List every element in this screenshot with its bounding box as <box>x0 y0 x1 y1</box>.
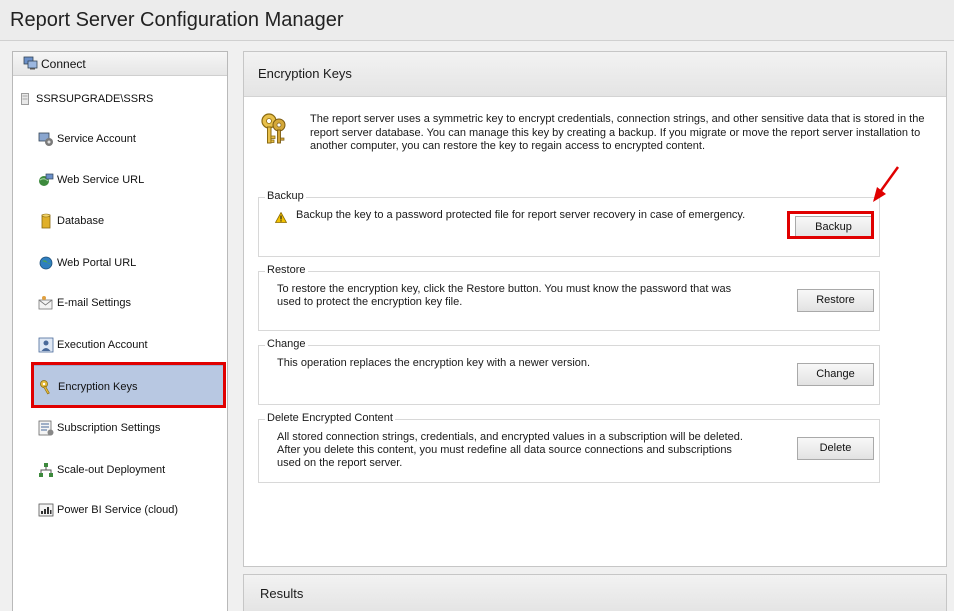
keys-icon <box>261 113 286 144</box>
panel-header: Encryption Keys <box>244 52 946 97</box>
subscription-icon <box>38 420 54 436</box>
nav-label: Power BI Service (cloud) <box>57 504 179 516</box>
main-panel: Encryption Keys The report server uses a… <box>243 51 947 567</box>
sidebar: Connect SSRSUPGRADE\SSRS Service Account… <box>12 51 228 611</box>
backup-description: Backup the key to a password protected f… <box>296 209 746 221</box>
page-title: Encryption Keys <box>258 66 352 81</box>
nav-item-service-account[interactable]: Service Account <box>35 129 225 149</box>
change-group-title: Change <box>265 338 308 350</box>
nav-item-web-service-url[interactable]: Web Service URL <box>35 170 225 190</box>
restore-group: Restore To restore the encryption key, c… <box>258 264 880 331</box>
delete-group-title: Delete Encrypted Content <box>265 412 395 424</box>
web-service-url-icon <box>39 173 54 186</box>
results-title: Results <box>260 586 304 601</box>
nav-item-email-settings[interactable]: E-mail Settings <box>35 293 225 313</box>
nav-label: Execution Account <box>57 339 148 351</box>
change-description: This operation replaces the encryption k… <box>277 357 591 369</box>
nav-item-execution-account[interactable]: Execution Account <box>35 335 225 355</box>
nav-item-subscription-settings[interactable]: Subscription Settings <box>35 418 225 438</box>
nav-label: Scale-out Deployment <box>57 464 166 476</box>
window-title: Report Server Configuration Manager <box>10 9 344 31</box>
nav-item-web-portal-url[interactable]: Web Portal URL <box>35 253 225 273</box>
backup-group-title: Backup <box>265 190 306 202</box>
delete-button[interactable]: Delete <box>797 437 874 460</box>
nav-label: Service Account <box>57 133 136 145</box>
restore-button[interactable]: Restore <box>797 289 874 312</box>
nav-label: Database <box>57 215 105 227</box>
nav-label: Web Service URL <box>57 174 145 186</box>
globe-icon <box>39 256 53 270</box>
nav-item-scale-out-deployment[interactable]: Scale-out Deployment <box>35 460 225 480</box>
restore-description: To restore the encryption key, click the… <box>277 283 732 308</box>
connect-button[interactable]: Connect <box>13 52 227 76</box>
restore-group-title: Restore <box>265 264 308 276</box>
service-account-icon <box>38 132 53 146</box>
change-button[interactable]: Change <box>797 363 874 386</box>
delete-encrypted-content-group: Delete Encrypted Content All stored conn… <box>258 412 880 483</box>
delete-description: All stored connection strings, credentia… <box>277 431 743 469</box>
email-icon <box>38 296 53 310</box>
key-icon <box>40 380 50 395</box>
connect-label: Connect <box>41 57 86 71</box>
execution-account-icon <box>38 337 54 353</box>
server-name: SSRSUPGRADE\SSRS <box>36 93 154 105</box>
warning-icon <box>275 212 287 223</box>
nav-label: Subscription Settings <box>57 422 161 434</box>
results-header: Results <box>244 575 946 611</box>
intro-description: The report server uses a symmetric key t… <box>310 113 925 152</box>
results-panel: Results <box>243 574 947 611</box>
scale-out-icon <box>39 463 53 477</box>
backup-group: Backup Backup the key to a password prot… <box>258 190 880 257</box>
power-bi-icon <box>38 503 54 517</box>
nav-label: Encryption Keys <box>58 381 138 393</box>
backup-button[interactable]: Backup <box>795 216 872 239</box>
nav-item-database[interactable]: Database <box>35 211 225 231</box>
server-icon <box>21 93 29 105</box>
red-arrow-icon <box>873 166 900 202</box>
nav-label: Web Portal URL <box>57 257 137 269</box>
nav-item-power-bi-service[interactable]: Power BI Service (cloud) <box>35 500 225 520</box>
nav-item-encryption-keys[interactable]: Encryption Keys <box>33 365 226 407</box>
change-group: Change This operation replaces the encry… <box>258 338 880 405</box>
title-bar: Report Server Configuration Manager <box>0 0 954 41</box>
database-icon <box>41 213 51 229</box>
connect-icon <box>23 56 38 70</box>
nav-label: E-mail Settings <box>57 297 131 309</box>
